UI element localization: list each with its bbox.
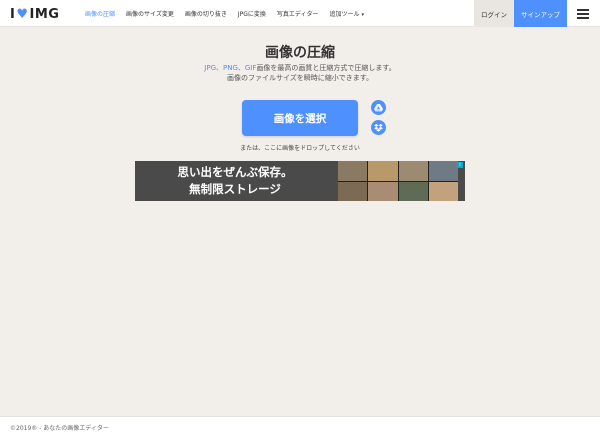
ad-photo <box>428 181 458 201</box>
login-button[interactable]: ログイン <box>474 0 514 27</box>
select-images-button[interactable]: 画像を選択 <box>242 100 358 136</box>
nav-more-tools[interactable]: 追加ツール ▾ <box>330 9 365 18</box>
ad-line-1: 思い出をぜんぶ保存。 <box>177 165 293 179</box>
google-drive-icon <box>374 103 383 111</box>
logo-letter-i: I <box>10 6 16 22</box>
ad-copy: 思い出をぜんぶ保存。 無制限ストレージ <box>135 164 335 198</box>
ad-photo <box>338 181 368 201</box>
dropbox-button[interactable] <box>371 120 386 135</box>
google-drive-button[interactable] <box>371 100 386 115</box>
ad-photo-grid <box>338 161 458 201</box>
ad-line-2: 無制限ストレージ <box>189 182 281 196</box>
nav-compress-image[interactable]: 画像の圧縮 <box>85 9 115 18</box>
nav-photo-editor[interactable]: 写真エディター <box>277 9 319 18</box>
ad-photo <box>428 161 458 181</box>
nav-crop-image[interactable]: 画像の切り抜き <box>185 9 227 18</box>
footer-copyright: ©2019® - あなたの画像エディター <box>10 425 109 432</box>
hamburger-menu-icon[interactable] <box>577 9 589 19</box>
nav-convert-to-jpg[interactable]: JPGに変換 <box>238 9 266 18</box>
logo-letters-img: IMG <box>29 6 60 22</box>
ad-banner[interactable]: 思い出をぜんぶ保存。 無制限ストレージ i <box>135 161 465 201</box>
ad-info-icon[interactable]: i <box>457 162 463 168</box>
heart-icon: ♥ <box>16 6 29 22</box>
subtitle-line-1-text: 画像を最高の画質と圧縮方式で圧縮します。 <box>256 64 396 72</box>
nav-more-tools-label: 追加ツール <box>329 11 360 18</box>
chevron-down-icon: ▾ <box>361 12 365 18</box>
ad-photo <box>398 181 428 201</box>
ad-photo <box>368 161 398 181</box>
top-header: I ♥ IMG 画像の圧縮 画像のサイズ変更 画像の切り抜き JPGに変換 写真… <box>0 0 600 27</box>
dropbox-icon <box>374 123 383 132</box>
ad-photo <box>368 181 398 201</box>
nav-resize-image[interactable]: 画像のサイズ変更 <box>126 9 174 18</box>
subtitle-line-1: JPG、PNG、GIF画像を最高の画質と圧縮方式で圧縮します。 <box>0 63 600 73</box>
ad-photo <box>338 161 368 181</box>
page-title: 画像の圧縮 <box>265 45 335 61</box>
subtitle-formats: JPG、PNG、GIF <box>204 64 257 72</box>
main-nav: 画像の圧縮 画像のサイズ変更 画像の切り抜き JPGに変換 写真エディター 追加… <box>85 0 375 27</box>
page-footer: ©2019® - あなたの画像エディター <box>0 416 600 437</box>
iloveimg-logo[interactable]: I ♥ IMG <box>10 6 59 22</box>
page-subtitle: JPG、PNG、GIF画像を最高の画質と圧縮方式で圧縮します。 画像のファイルサ… <box>0 63 600 83</box>
subtitle-line-2: 画像のファイルサイズを瞬時に縮小できます。 <box>226 74 374 82</box>
drop-hint: または、ここに画像をドロップしてください <box>240 145 360 152</box>
ad-photo <box>398 161 428 181</box>
signup-button[interactable]: サインアップ <box>514 0 567 27</box>
